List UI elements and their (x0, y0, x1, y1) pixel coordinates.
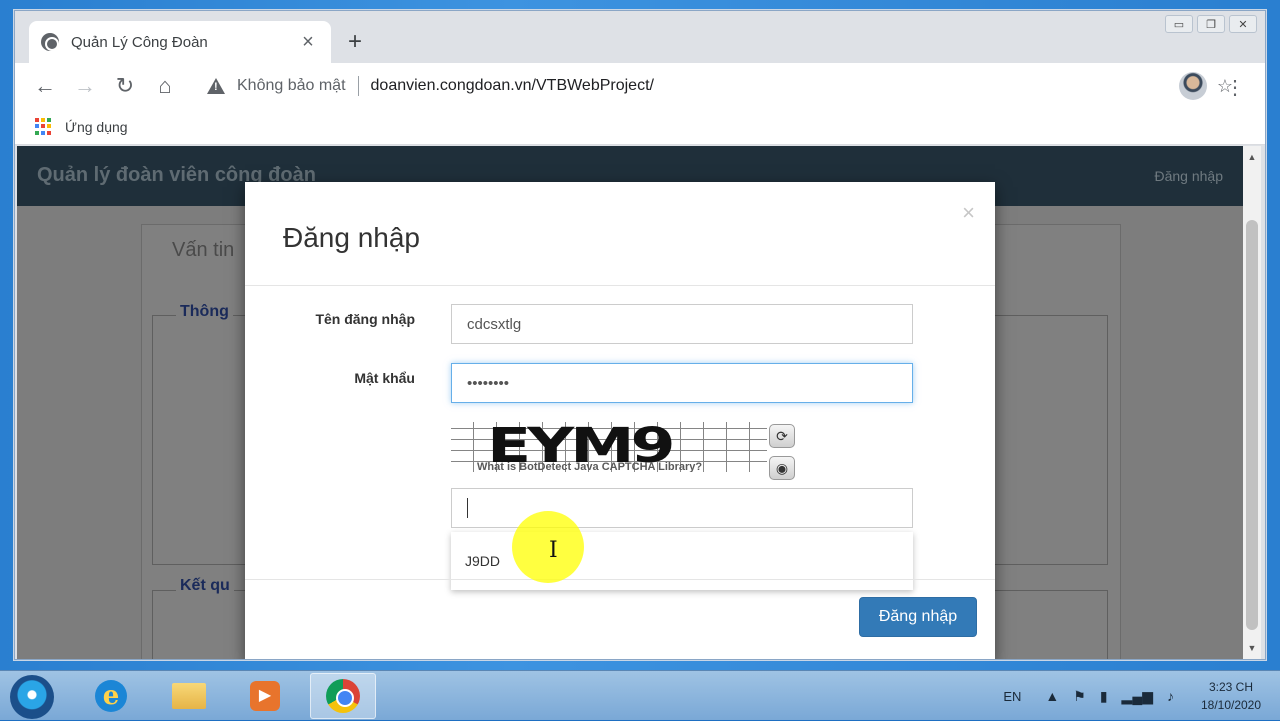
password-field[interactable]: •••••••• (451, 363, 913, 403)
tab-close-button[interactable]: × (297, 31, 319, 54)
bookmarks-bar: Ứng dụng (15, 109, 1265, 145)
nav-login-link[interactable]: Đăng nhập (1154, 168, 1223, 184)
clock-date: 18/10/2020 (1200, 698, 1262, 712)
modal-title: Đăng nhập (283, 222, 421, 253)
tab-title: Quản Lý Công Đoàn (71, 33, 208, 51)
info-panel-title: Thông (176, 303, 233, 321)
captcha-refresh-icon[interactable]: ⟳ (769, 424, 795, 448)
omnibox-divider (357, 76, 359, 96)
address-bar[interactable]: Không bảo mật doanvien.congdoan.vn/VTBWe… (195, 68, 1245, 104)
taskbar-media[interactable]: ▶ (232, 673, 298, 719)
window-controls: ▭ ❐ ✕ (1165, 15, 1257, 33)
browser-window: Quản Lý Công Đoàn × + ▭ ❐ ✕ ← → ↻ ⌂ Khôn… (14, 10, 1266, 660)
results-panel-title: Kết qu (176, 577, 234, 595)
captcha-help-link[interactable]: What is BotDetect Java CAPTCHA Library? (477, 461, 702, 472)
web-page: Quản lý đoàn viên công đoàn Đăng nhập Vấ… (17, 146, 1243, 659)
login-modal: Đăng nhập × Tên đăng nhập cdcsxtlg Mật k… (245, 182, 995, 659)
username-label: Tên đăng nhập (315, 311, 415, 327)
language-indicator[interactable]: EN (1003, 689, 1021, 704)
browser-tab[interactable]: Quản Lý Công Đoàn × (29, 21, 331, 63)
warning-icon[interactable] (207, 78, 225, 94)
forward-button[interactable]: → (65, 66, 105, 106)
taskbar: e ▶ EN ▲ ⚑ ▮ ▂▄▆ ♪ 3:23 CH 18/10/2020 (0, 670, 1280, 720)
modal-footer-divider (245, 579, 995, 580)
minimize-button[interactable]: ▭ (1165, 15, 1193, 33)
taskbar-chrome[interactable] (310, 673, 376, 719)
chrome-icon (326, 679, 360, 713)
reload-button[interactable]: ↻ (105, 66, 145, 106)
start-button[interactable] (10, 675, 54, 719)
profile-avatar[interactable] (1179, 72, 1207, 100)
home-button[interactable]: ⌂ (145, 66, 185, 106)
maximize-button[interactable]: ❐ (1197, 15, 1225, 33)
show-hidden-icons-icon[interactable]: ▲ (1045, 688, 1059, 704)
captcha-audio-icon[interactable]: ◉ (769, 456, 795, 480)
new-tab-button[interactable]: + (343, 30, 367, 55)
browser-toolbar: ← → ↻ ⌂ Không bảo mật doanvien.congdoan.… (15, 63, 1265, 109)
password-value: •••••••• (467, 374, 510, 392)
card-title: Vấn tin (172, 239, 235, 261)
action-center-icon[interactable]: ⚑ (1073, 688, 1086, 705)
network-icon[interactable]: ▂▄▆ (1122, 688, 1153, 705)
folder-icon (172, 683, 206, 709)
modal-header: Đăng nhập × (245, 182, 995, 286)
taskbar-ie[interactable]: e (78, 673, 144, 719)
captcha-image: EYM9 What is BotDetect Java CAPTCHA Libr… (451, 422, 767, 472)
clock[interactable]: 3:23 CH 18/10/2020 (1188, 678, 1274, 714)
ibeam-cursor-icon: I (549, 538, 558, 563)
menu-icon[interactable]: ⋮ (1225, 75, 1245, 100)
modal-close-button[interactable]: × (962, 200, 975, 226)
login-submit-button[interactable]: Đăng nhập (859, 597, 977, 637)
internet-explorer-icon: e (95, 680, 127, 712)
media-player-icon: ▶ (250, 681, 280, 711)
close-window-button[interactable]: ✕ (1229, 15, 1257, 33)
password-label: Mật khẩu (354, 370, 415, 386)
apps-bookmark-label[interactable]: Ứng dụng (65, 119, 128, 135)
autocomplete-item[interactable]: J9DD (465, 553, 500, 569)
username-value: cdcsxtlg (467, 315, 522, 333)
username-field[interactable]: cdcsxtlg (451, 304, 913, 344)
clock-time: 3:23 CH (1208, 680, 1254, 694)
battery-icon[interactable]: ▮ (1100, 688, 1108, 705)
security-label[interactable]: Không bảo mật (237, 77, 346, 95)
tab-strip: Quản Lý Công Đoàn × + ▭ ❐ ✕ (15, 11, 1265, 63)
back-button[interactable]: ← (25, 66, 65, 106)
scroll-down-icon[interactable]: ▼ (1243, 639, 1261, 657)
system-tray: EN ▲ ⚑ ▮ ▂▄▆ ♪ 3:23 CH 18/10/2020 (1003, 671, 1280, 721)
apps-icon[interactable] (35, 117, 53, 136)
scroll-up-icon[interactable]: ▲ (1243, 148, 1261, 166)
scroll-thumb[interactable] (1246, 220, 1258, 630)
taskbar-explorer[interactable] (156, 673, 222, 719)
page-scrollbar[interactable]: ▲ ▼ (1243, 146, 1261, 659)
url-text[interactable]: doanvien.congdoan.vn/VTBWebProject/ (371, 77, 1165, 95)
globe-icon (41, 33, 59, 51)
cursor-highlight (512, 511, 584, 583)
text-caret (467, 498, 468, 518)
volume-icon[interactable]: ♪ (1167, 688, 1174, 704)
